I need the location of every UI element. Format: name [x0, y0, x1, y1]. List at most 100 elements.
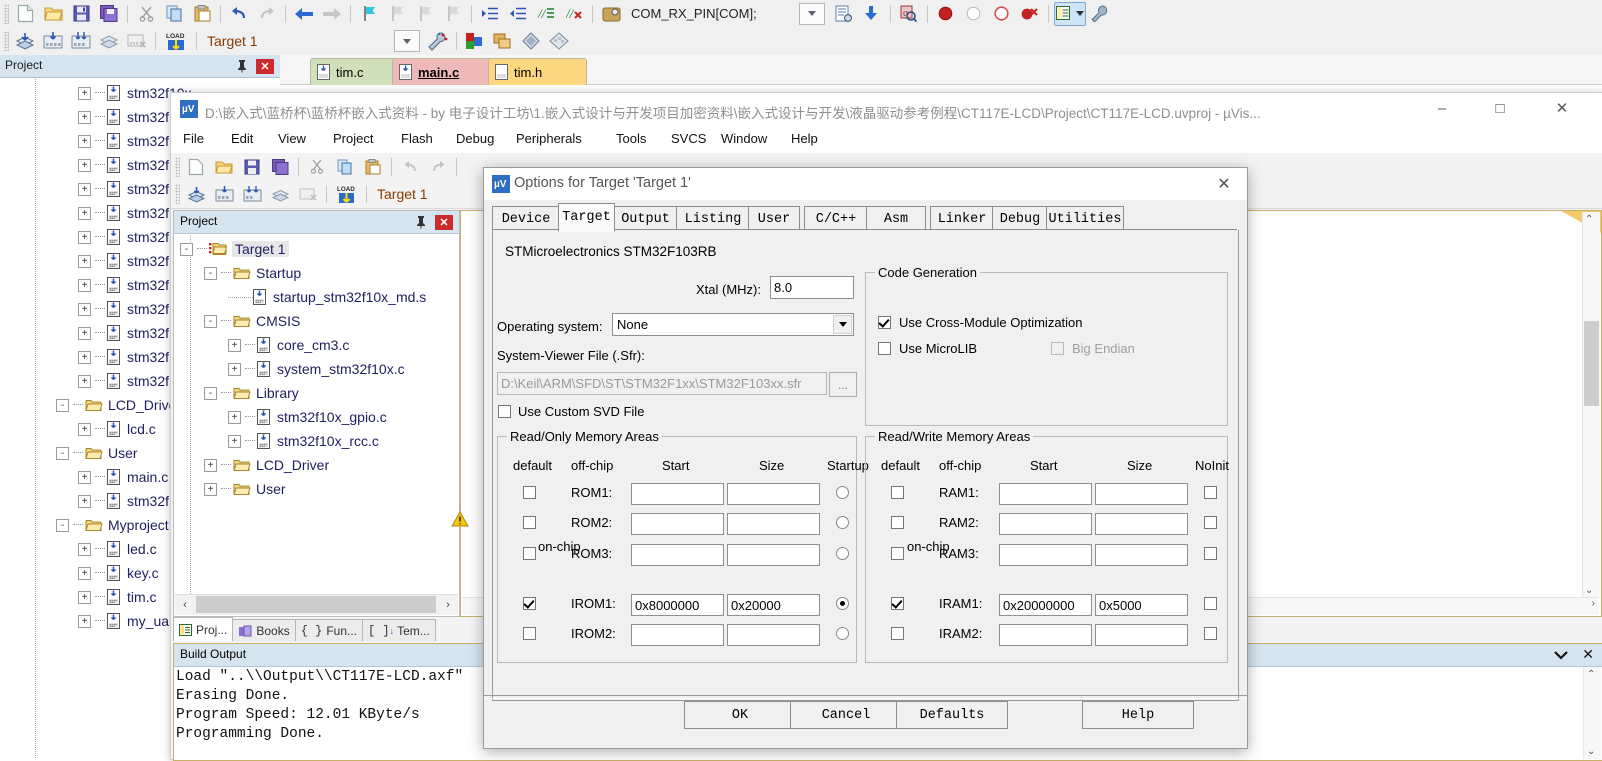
- rebuild-icon[interactable]: [239, 182, 265, 206]
- ro-default-checkbox-0[interactable]: [523, 486, 536, 499]
- pin-icon[interactable]: [236, 59, 248, 73]
- ro-size-input-4[interactable]: [727, 624, 820, 646]
- menu-item-debug[interactable]: Debug: [456, 131, 494, 146]
- tree-expander[interactable]: +: [78, 158, 91, 172]
- save-all-icon[interactable]: [96, 2, 122, 26]
- breakpoint-disable-icon[interactable]: [961, 2, 987, 26]
- tree-item[interactable]: +stm32f10x: [0, 249, 192, 273]
- redo-icon[interactable]: [254, 2, 280, 26]
- tree-expander[interactable]: +: [78, 614, 91, 628]
- ro-default-checkbox-1[interactable]: [523, 516, 536, 529]
- tree-expander[interactable]: +: [78, 374, 91, 388]
- ro-default-checkbox-4[interactable]: [523, 627, 536, 640]
- rw-size-input-0[interactable]: [1095, 483, 1188, 505]
- dialog-help-button[interactable]: Help: [1082, 701, 1194, 729]
- tree-expander[interactable]: +: [78, 254, 91, 268]
- tree-item[interactable]: + LCD_Driver: [174, 453, 426, 477]
- rw-default-checkbox-3[interactable]: [891, 597, 904, 610]
- tree-item[interactable]: +stm32f10x: [0, 129, 192, 153]
- scroll-right-button[interactable]: ›: [438, 595, 458, 614]
- tree-item[interactable]: + stm32f10x_rcc.c: [174, 429, 426, 453]
- dialog-defaults-button[interactable]: Defaults: [896, 701, 1008, 729]
- tree-expander[interactable]: +: [78, 206, 91, 220]
- close-icon[interactable]: ✕: [1582, 646, 1594, 663]
- menu-item-svcs[interactable]: SVCS: [671, 131, 706, 146]
- tree-expander[interactable]: +: [78, 110, 91, 124]
- rw-start-input-3[interactable]: 0x20000000: [999, 594, 1092, 616]
- rw-noinit-checkbox-3[interactable]: [1204, 597, 1217, 610]
- tree-expander[interactable]: +: [78, 566, 91, 580]
- rw-start-input-2[interactable]: [999, 544, 1092, 566]
- tree-expander[interactable]: -: [204, 386, 217, 400]
- ro-start-input-2[interactable]: [631, 544, 724, 566]
- macro-dropdown-button[interactable]: [798, 2, 825, 25]
- tree-item[interactable]: + main.c: [0, 465, 192, 489]
- dialog-tab-target[interactable]: Target: [558, 203, 615, 232]
- operating-system-select[interactable]: None: [612, 313, 854, 336]
- file-tab-tim-h[interactable]: tim.h: [488, 58, 587, 85]
- chevron-down-icon[interactable]: [1554, 650, 1568, 660]
- dialog-tab-c-c++[interactable]: C/C++: [804, 206, 868, 231]
- dialog-tab-listing[interactable]: Listing: [676, 206, 750, 231]
- breakpoint-disable-all-icon[interactable]: [989, 2, 1015, 26]
- breakpoint-kill-icon[interactable]: [1017, 2, 1043, 26]
- macro-edit-icon[interactable]: [831, 2, 857, 26]
- bookmark-prev-icon[interactable]: [384, 2, 410, 26]
- menu-item-help[interactable]: Help: [791, 131, 818, 146]
- paste-icon[interactable]: [189, 2, 215, 26]
- build-icon[interactable]: [211, 182, 237, 206]
- scroll-down-button[interactable]: ⌄: [1585, 585, 1593, 596]
- dialog-tab-output[interactable]: Output: [613, 206, 678, 231]
- tree-item[interactable]: + core_cm3.c: [174, 333, 426, 357]
- ro-size-input-3[interactable]: 0x20000: [727, 594, 820, 616]
- copy-icon[interactable]: [161, 2, 187, 26]
- menu-item-project[interactable]: Project: [333, 131, 373, 146]
- close-button[interactable]: ✕: [1539, 93, 1585, 123]
- tree-expander[interactable]: +: [228, 362, 241, 376]
- ro-startup-radio-4[interactable]: [836, 627, 849, 640]
- dialog-tab-user[interactable]: User: [748, 206, 800, 231]
- build-icon[interactable]: [40, 29, 66, 53]
- tree-item[interactable]: +stm32f10x: [0, 321, 192, 345]
- undo-icon[interactable]: [226, 2, 252, 26]
- tree-item[interactable]: + tim.c: [0, 585, 192, 609]
- tree-item[interactable]: +stm32f10x: [0, 225, 192, 249]
- tree-item[interactable]: startup_stm32f10x_md.s: [174, 285, 426, 309]
- toolbar-grip[interactable]: [4, 3, 9, 24]
- tree-expander[interactable]: +: [78, 350, 91, 364]
- ro-startup-radio-1[interactable]: [836, 516, 849, 529]
- tree-item[interactable]: + lcd.c: [0, 417, 192, 441]
- rw-size-input-4[interactable]: [1095, 624, 1188, 646]
- pack-installer-icon[interactable]: [518, 29, 544, 53]
- stop-build-icon[interactable]: [295, 182, 321, 206]
- tree-item[interactable]: - Target 1: [174, 237, 426, 261]
- load-icon[interactable]: LOAD: [332, 182, 361, 206]
- tree-expander[interactable]: -: [204, 314, 217, 328]
- toolbar-grip-3[interactable]: [175, 156, 180, 177]
- tree-item[interactable]: + stm32f10x_gpio.c: [174, 405, 426, 429]
- scroll-up-button[interactable]: ⌃: [1587, 669, 1595, 680]
- tree-item[interactable]: - LCD_Driver: [0, 393, 192, 417]
- rw-noinit-checkbox-4[interactable]: [1204, 627, 1217, 640]
- inner-window-titlebar[interactable]: µV D:\嵌入式\蓝桥杯\蓝桥杯嵌入式资料 - by 电子设计工坊\1.嵌入式…: [171, 93, 1602, 127]
- ro-startup-radio-2[interactable]: [836, 547, 849, 560]
- tree-item[interactable]: - User: [0, 441, 192, 465]
- ro-start-input-0[interactable]: [631, 483, 724, 505]
- ro-startup-radio-0[interactable]: [836, 486, 849, 499]
- stop-build-icon[interactable]: [124, 29, 150, 53]
- tree-expander[interactable]: -: [56, 518, 69, 532]
- cut-icon[interactable]: [304, 155, 330, 179]
- project-horizontal-scrollbar[interactable]: ‹ ›: [175, 594, 458, 615]
- scroll-right-button[interactable]: ›: [1592, 598, 1595, 609]
- tree-expander[interactable]: +: [204, 458, 217, 472]
- scroll-left-button[interactable]: ‹: [175, 595, 195, 614]
- tree-expander[interactable]: +: [78, 230, 91, 244]
- rw-size-input-2[interactable]: [1095, 544, 1188, 566]
- rw-start-input-4[interactable]: [999, 624, 1092, 646]
- rw-noinit-checkbox-1[interactable]: [1204, 516, 1217, 529]
- rw-default-checkbox-1[interactable]: [891, 516, 904, 529]
- tree-expander[interactable]: +: [228, 434, 241, 448]
- rw-default-checkbox-4[interactable]: [891, 627, 904, 640]
- dialog-ok-button[interactable]: OK: [684, 701, 796, 729]
- tree-item[interactable]: + User: [174, 477, 426, 501]
